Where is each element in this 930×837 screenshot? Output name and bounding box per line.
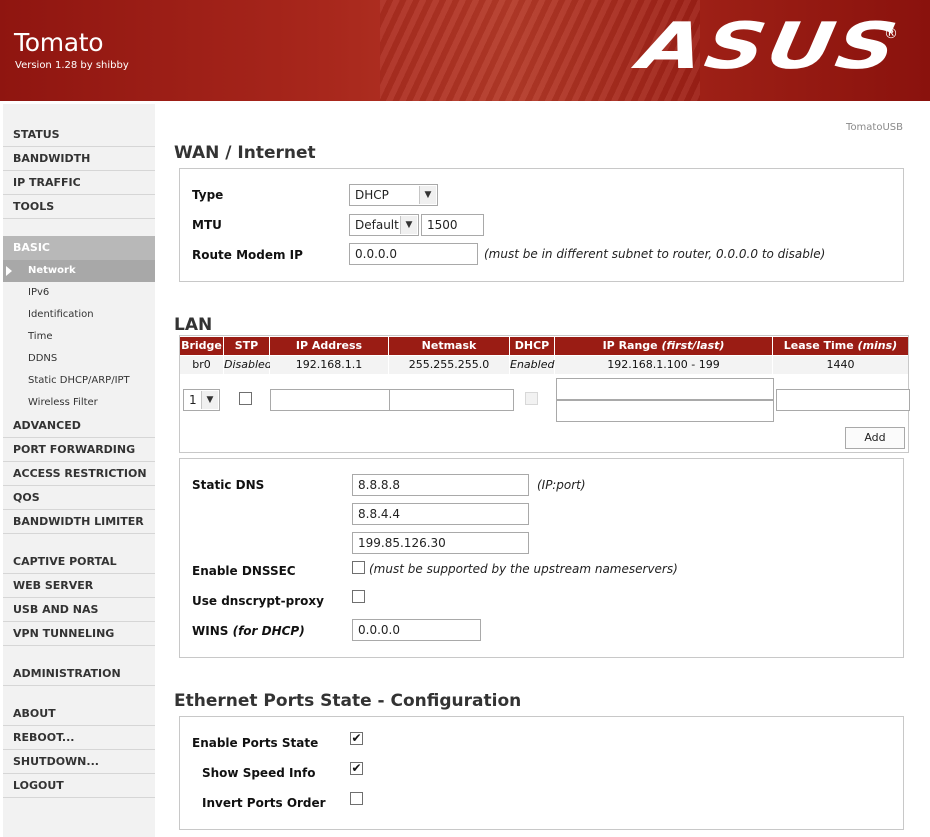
new-range-last-input[interactable] (556, 400, 774, 422)
new-dhcp-checkbox[interactable] (525, 392, 538, 405)
invert-ports-order-label: Invert Ports Order (202, 796, 326, 810)
nav-ip-traffic[interactable]: IP TRAFFIC (3, 171, 155, 195)
col-bridge: Bridge (180, 337, 223, 355)
col-lease-hint: (mins) (857, 339, 898, 352)
nav-advanced[interactable]: ADVANCED (3, 414, 155, 438)
chevron-down-icon: ▼ (419, 186, 436, 204)
show-speed-info-checkbox[interactable]: ✔ (350, 762, 363, 775)
nav-logout[interactable]: LOGOUT (3, 774, 155, 798)
add-bridge-button[interactable]: Add (845, 427, 905, 449)
nav-time[interactable]: Time (3, 326, 155, 348)
dns-server-2-input[interactable]: 8.8.4.4 (352, 503, 529, 525)
wins-label-text: WINS (192, 624, 233, 638)
col-lease-text: Lease Time (783, 339, 858, 352)
chevron-down-icon: ▼ (201, 391, 218, 409)
dns-server-3-input[interactable]: 199.85.126.30 (352, 532, 529, 554)
nav-port-forwarding[interactable]: PORT FORWARDING (3, 438, 155, 462)
row-ip-address: 192.168.1.1 (270, 356, 388, 374)
dnscrypt-label: Use dnscrypt-proxy (192, 594, 324, 608)
nav-static-dhcp[interactable]: Static DHCP/ARP/IPT (3, 370, 155, 392)
nav-usb-and-nas[interactable]: USB AND NAS (3, 598, 155, 622)
mtu-input[interactable]: 1500 (421, 214, 484, 236)
header-banner: Tomato Version 1.28 by shibby ASUS ® (0, 0, 930, 101)
dnscrypt-checkbox[interactable] (352, 590, 365, 603)
wan-section-title: WAN / Internet (174, 143, 316, 163)
nav-shutdown[interactable]: SHUTDOWN... (3, 750, 155, 774)
wan-panel (179, 168, 904, 282)
chevron-down-icon: ▼ (400, 216, 417, 234)
row-lease-time: 1440 (773, 356, 908, 374)
app-version: Version 1.28 by shibby (15, 60, 129, 71)
nav-ddns[interactable]: DDNS (3, 348, 155, 370)
nav-access-restriction[interactable]: ACCESS RESTRICTION (3, 462, 155, 486)
col-ip-range-text: IP Range (602, 339, 662, 352)
wins-input[interactable]: 0.0.0.0 (352, 619, 481, 641)
nav-identification[interactable]: Identification (3, 304, 155, 326)
enable-ports-state-label: Enable Ports State (192, 736, 319, 750)
nav-captive-portal[interactable]: CAPTIVE PORTAL (3, 550, 155, 574)
dnssec-note: (must be supported by the upstream names… (369, 562, 678, 576)
sidebar: STATUS BANDWIDTH IP TRAFFIC TOOLS BASIC … (3, 104, 155, 837)
nav-reboot[interactable]: REBOOT... (3, 726, 155, 750)
row-stp: Disabled (224, 356, 272, 374)
new-lease-time-input[interactable] (776, 389, 910, 411)
col-dhcp: DHCP (510, 337, 554, 355)
route-modem-note: (must be in different subnet to router, … (484, 247, 826, 261)
col-ip-range-hint: (first/last) (661, 339, 725, 352)
row-bridge: br0 (180, 356, 223, 374)
ports-section-title: Ethernet Ports State - Configuration (174, 691, 522, 711)
row-dhcp: Enabled (510, 356, 554, 374)
nav-tools[interactable]: TOOLS (3, 195, 155, 219)
variant-label: TomatoUSB (846, 122, 903, 133)
nav-basic[interactable]: BASIC (3, 236, 155, 260)
mtu-mode-select[interactable]: Default ▼ (349, 214, 419, 236)
nav-qos[interactable]: QOS (3, 486, 155, 510)
new-bridge-select[interactable]: 1 ▼ (183, 389, 220, 411)
new-ip-address-input[interactable] (270, 389, 390, 411)
wan-type-value: DHCP (355, 188, 389, 202)
new-netmask-input[interactable] (389, 389, 514, 411)
wins-label: WINS (for DHCP) (192, 624, 305, 638)
col-stp: STP (224, 337, 269, 355)
new-stp-checkbox[interactable] (239, 392, 252, 405)
mtu-mode-value: Default (355, 218, 399, 232)
static-dns-label: Static DNS (192, 478, 265, 492)
nav-web-server[interactable]: WEB SERVER (3, 574, 155, 598)
row-ip-range: 192.168.1.100 - 199 (555, 356, 772, 374)
wan-type-label: Type (192, 188, 224, 202)
dnssec-label: Enable DNSSEC (192, 564, 296, 578)
route-modem-input[interactable]: 0.0.0.0 (349, 243, 478, 265)
route-modem-label: Route Modem IP (192, 248, 303, 262)
nav-wireless-filter[interactable]: Wireless Filter (3, 392, 155, 414)
nav-about[interactable]: ABOUT (3, 702, 155, 726)
new-bridge-value: 1 (189, 393, 197, 407)
nav-bandwidth[interactable]: BANDWIDTH (3, 147, 155, 171)
app-title: Tomato (14, 28, 104, 57)
col-lease-time: Lease Time (mins) (773, 337, 908, 355)
dns-port-note: (IP:port) (537, 478, 586, 492)
enable-ports-state-checkbox[interactable]: ✔ (350, 732, 363, 745)
dnssec-checkbox[interactable] (352, 561, 365, 574)
lan-section-title: LAN (174, 315, 213, 335)
brand-logo: ASUS (633, 10, 905, 84)
col-netmask: Netmask (389, 337, 509, 355)
nav-ipv6[interactable]: IPv6 (3, 282, 155, 304)
dns-server-1-input[interactable]: 8.8.8.8 (352, 474, 529, 496)
col-ip-address: IP Address (270, 337, 388, 355)
mtu-label: MTU (192, 218, 222, 232)
registered-mark: ® (884, 26, 898, 42)
wins-label-hint: (for DHCP) (232, 624, 305, 638)
nav-status[interactable]: STATUS (3, 123, 155, 147)
nav-vpn-tunneling[interactable]: VPN TUNNELING (3, 622, 155, 646)
invert-ports-order-checkbox[interactable] (350, 792, 363, 805)
col-ip-range: IP Range (first/last) (555, 337, 772, 355)
nav-bandwidth-limiter[interactable]: BANDWIDTH LIMITER (3, 510, 155, 534)
new-range-first-input[interactable] (556, 378, 774, 400)
row-netmask: 255.255.255.0 (389, 356, 509, 374)
wan-type-select[interactable]: DHCP ▼ (349, 184, 438, 206)
nav-network[interactable]: Network (3, 260, 155, 282)
show-speed-info-label: Show Speed Info (202, 766, 316, 780)
nav-administration[interactable]: ADMINISTRATION (3, 662, 155, 686)
